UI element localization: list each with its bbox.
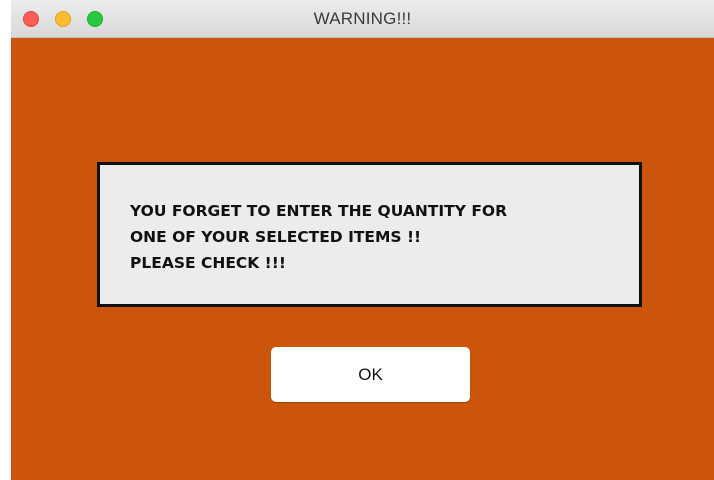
warning-window: WARNING!!! YOU FORGET TO ENTER THE QUANT… <box>11 0 714 480</box>
message-line-2: ONE OF YOUR SELECTED ITEMS !! <box>130 228 422 246</box>
message-line-1: YOU FORGET TO ENTER THE QUANTITY FOR <box>130 202 508 220</box>
warning-message-box: YOU FORGET TO ENTER THE QUANTITY FOR ONE… <box>97 162 642 307</box>
dialog-content: YOU FORGET TO ENTER THE QUANTITY FOR ONE… <box>11 38 714 480</box>
ok-button[interactable]: OK <box>271 347 470 402</box>
message-line-3: PLEASE CHECK !!! <box>130 254 286 272</box>
window-title: WARNING!!! <box>313 9 412 28</box>
title-bar[interactable]: WARNING!!! <box>11 0 714 38</box>
